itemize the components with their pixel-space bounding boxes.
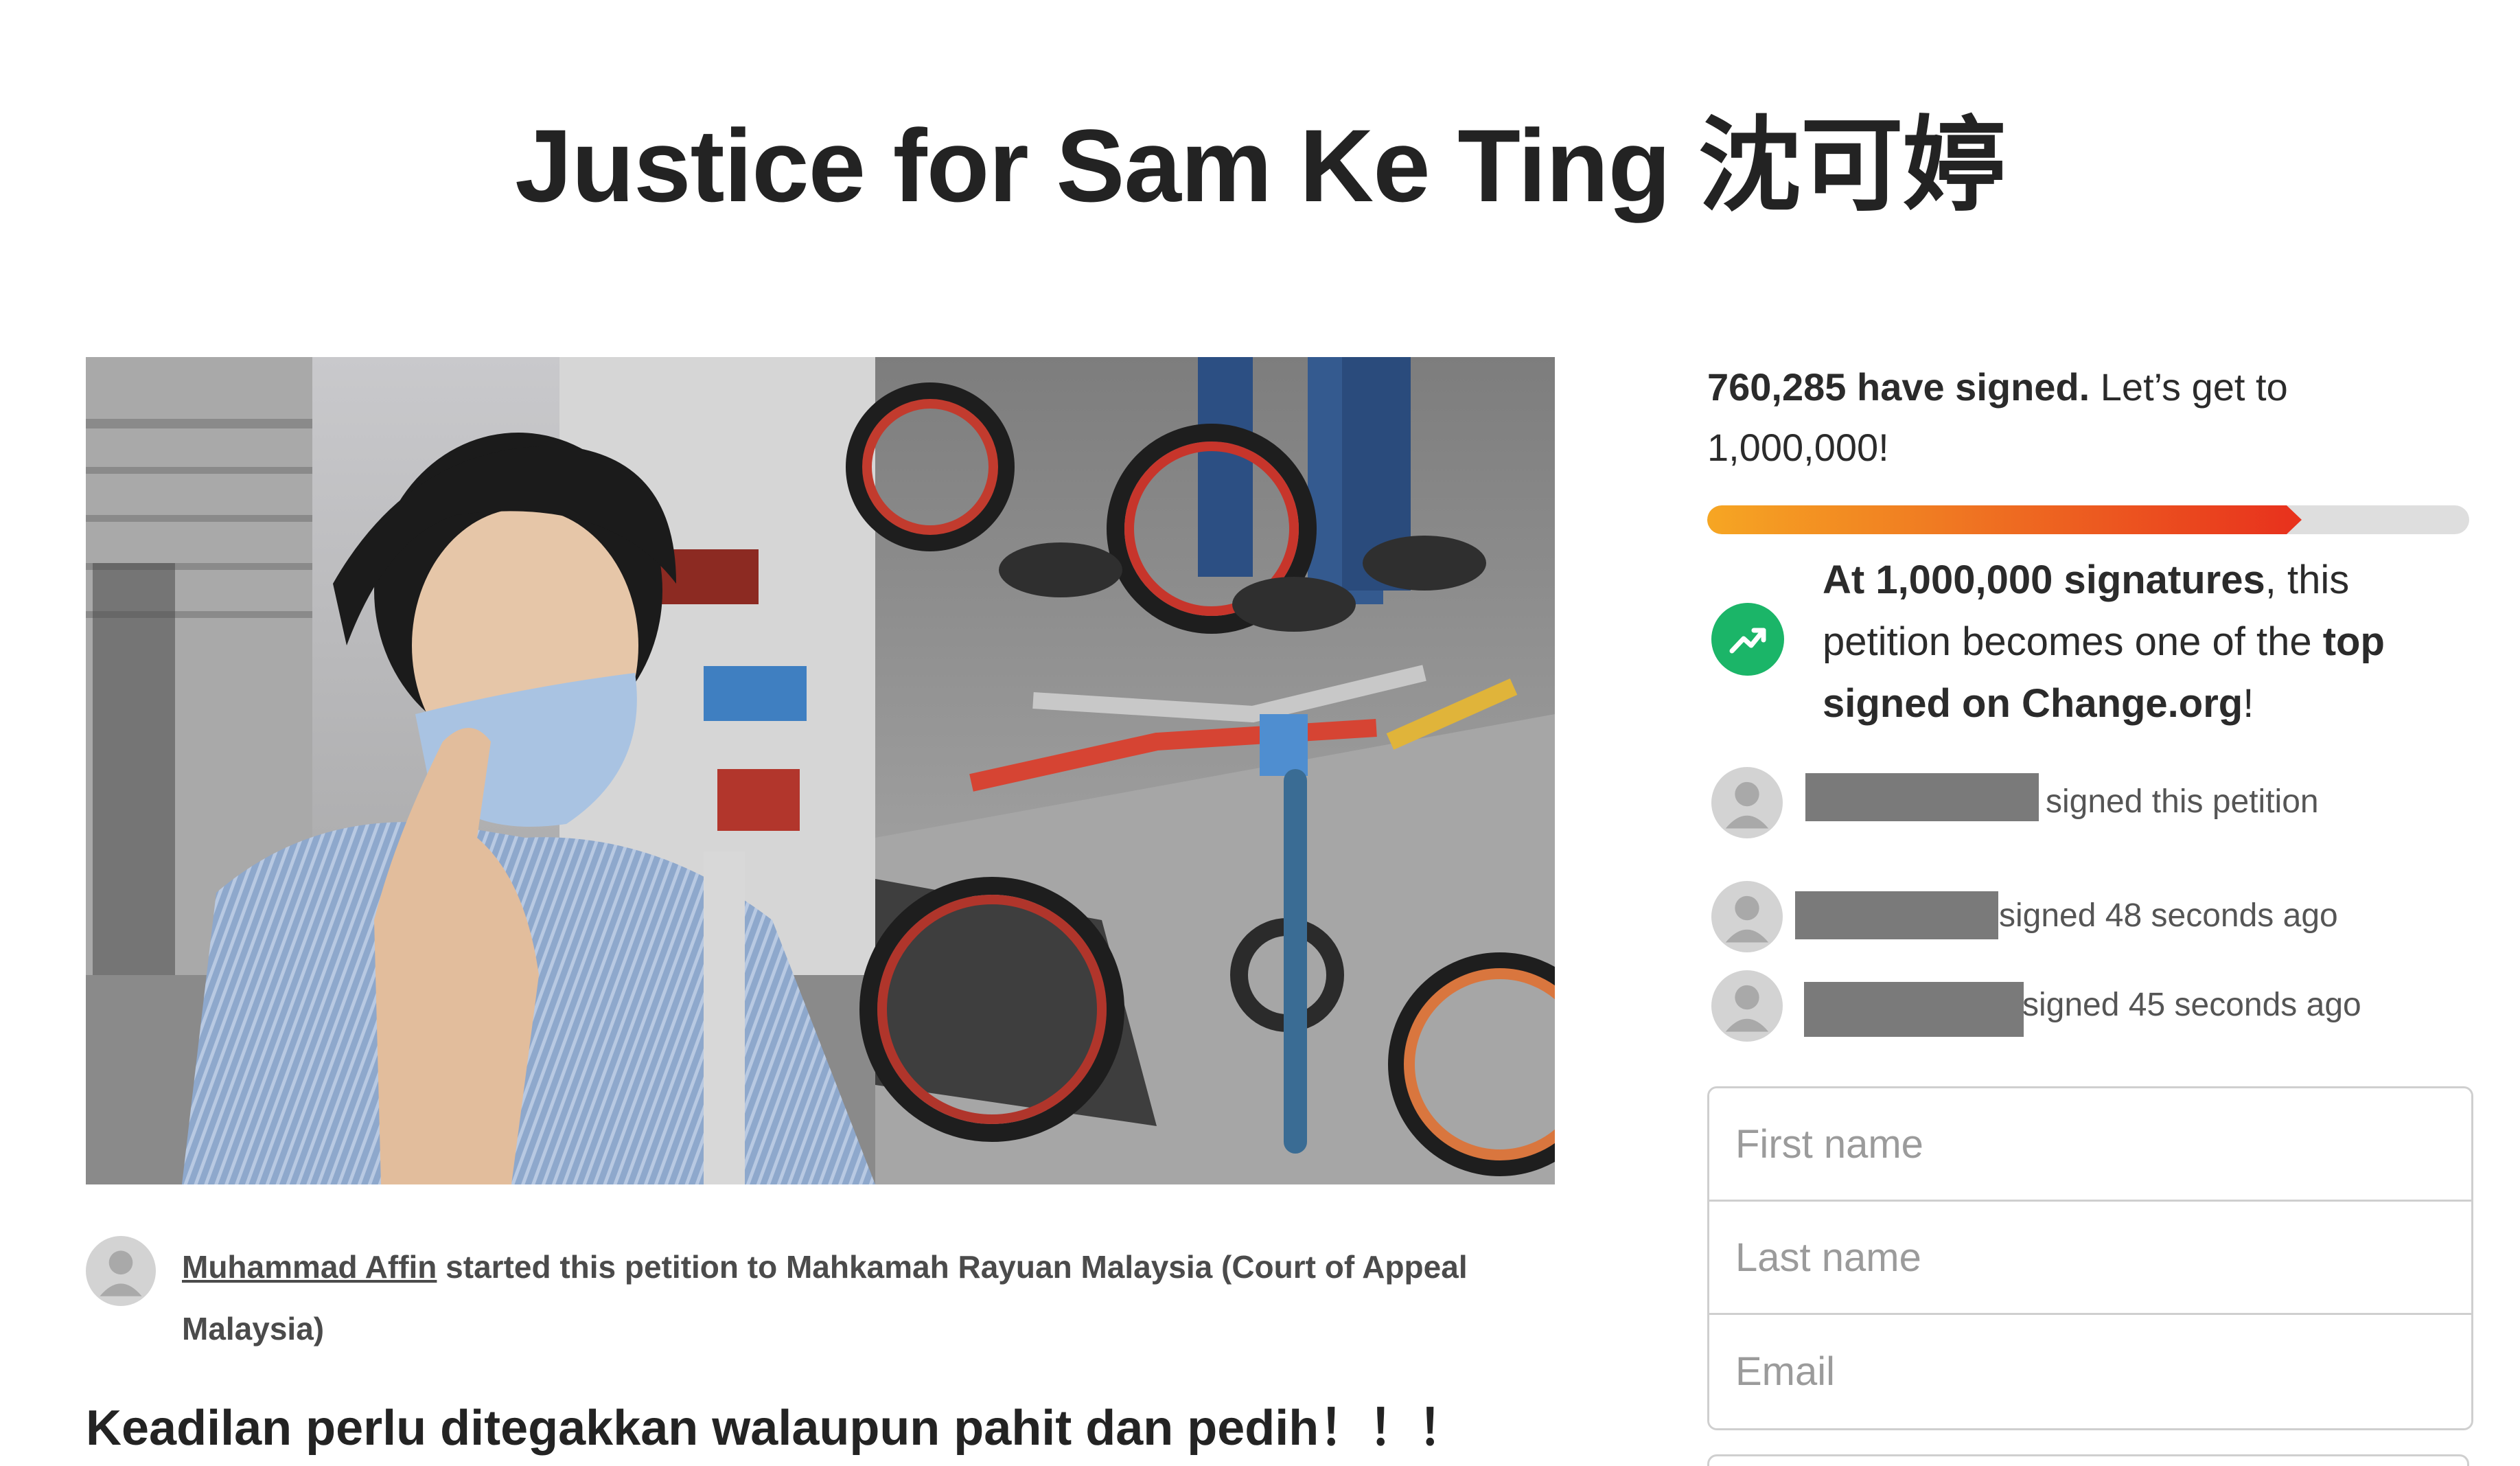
sign-form [1707,1086,2473,1430]
milestone-text-2: ! [2243,681,2254,726]
next-form-field[interactable] [1707,1454,2469,1466]
signer-avatar [1711,881,1783,952]
signer-activity: signed 48 seconds ago [1999,897,2338,934]
petition-starter: Muhammad Affin started this petition to … [182,1236,1555,1360]
page-title: Justice for Sam Ke Ting 沈可婷 [515,108,2006,223]
signer-avatar [1711,767,1783,838]
signature-count: 760,285 have signed. Let’s get to 1,000,… [1707,357,2469,478]
email-input[interactable] [1709,1315,2471,1428]
progress-tip [2287,505,2302,534]
first-name-input[interactable] [1709,1088,2471,1202]
signer-avatar [1711,970,1783,1042]
milestone-bold-1: At 1,000,000 signatures [1823,558,2265,602]
signer-activity: signed this petition [2046,783,2319,820]
redacted-signer-name [1805,773,2039,821]
signer-activity: signed 45 seconds ago [2022,987,2361,1023]
redacted-signer-name [1795,891,1998,939]
author-link[interactable]: Muhammad Affin [182,1249,437,1285]
signature-progress-bar [1707,505,2469,534]
petition-photo [86,357,1555,1184]
progress-fill [1707,505,2287,534]
petition-headline: Keadilan perlu ditegakkan walaupun pahit… [86,1401,1468,1456]
last-name-input[interactable] [1709,1202,2471,1315]
starter-avatar[interactable] [86,1236,156,1306]
milestone-text: At 1,000,000 signatures, this petition b… [1823,549,2482,735]
signed-count: 760,285 have signed. [1707,365,2090,409]
petition-page: Justice for Sam Ke Ting 沈可婷 Muhammad Aff… [0,0,2520,1466]
redacted-signer-name [1804,982,2024,1037]
trending-up-icon [1711,603,1784,676]
